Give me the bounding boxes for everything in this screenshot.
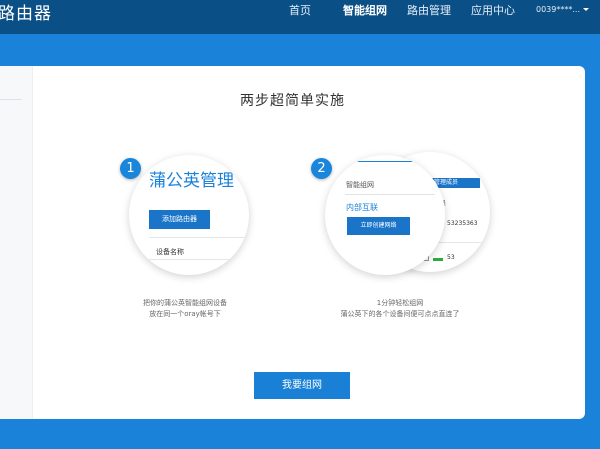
user-account-menu[interactable]: 0039****... xyxy=(536,5,589,14)
step1-heading: 蒲公英管理 xyxy=(149,171,234,191)
step1-number-badge: 1 xyxy=(120,158,141,179)
nav-smart-network[interactable]: 智能组网 xyxy=(343,4,387,18)
user-account-name: 0039****... xyxy=(536,5,580,14)
add-router-button-preview: 添加路由器 xyxy=(149,210,210,229)
step2-illustration: 智能组网 内部互联 立即创建网络 xyxy=(325,155,445,275)
nav-home[interactable]: 首页 xyxy=(289,4,311,18)
divider xyxy=(149,259,249,260)
step2-number-badge: 2 xyxy=(311,158,332,179)
chevron-down-icon xyxy=(583,8,589,11)
step2-caption-line1: 1分钟轻松组网 xyxy=(376,299,424,307)
member-id: 53 xyxy=(447,254,455,261)
divider xyxy=(149,237,249,238)
router-icon xyxy=(433,255,443,261)
step2-caption-line2: 蒲公英下的各个设备间便可点点直连了 xyxy=(340,310,460,318)
tab-indicator xyxy=(345,161,431,162)
step2-caption: 1分钟轻松组网 蒲公英下的各个设备间便可点点直连了 xyxy=(330,298,470,320)
device-name-label: 设备名称 xyxy=(156,248,184,256)
main-card: 两步超简单实施 xyxy=(0,66,585,419)
step1-illustration: 蒲公英管理 添加路由器 设备名称 xyxy=(129,155,249,275)
create-network-button[interactable]: 我要组网 xyxy=(254,372,350,399)
card-sidebar xyxy=(0,66,33,419)
nav-app-center[interactable]: 应用中心 xyxy=(471,4,515,18)
step1-caption: 把你的蒲公英智能组网设备 放在同一个oray帐号下 xyxy=(115,298,255,320)
divider xyxy=(345,194,435,195)
main-nav: 首页 智能组网 路由管理 应用中心 0039****... xyxy=(0,0,600,34)
smart-network-tab: 智能组网 xyxy=(346,181,374,189)
step1-caption-line2: 放在同一个oray帐号下 xyxy=(149,310,221,318)
interconnect-link: 内部互联 xyxy=(346,203,378,212)
step1-caption-line1: 把你的蒲公英智能组网设备 xyxy=(143,299,227,307)
page-title: 两步超简单实施 xyxy=(240,93,345,109)
member-id: 53235363 xyxy=(447,220,478,227)
nav-router-management[interactable]: 路由管理 xyxy=(407,4,451,18)
create-network-button-preview: 立即创建网络 xyxy=(347,217,410,235)
top-navigation-bar: 路由器 首页 智能组网 路由管理 应用中心 0039****... xyxy=(0,0,600,34)
